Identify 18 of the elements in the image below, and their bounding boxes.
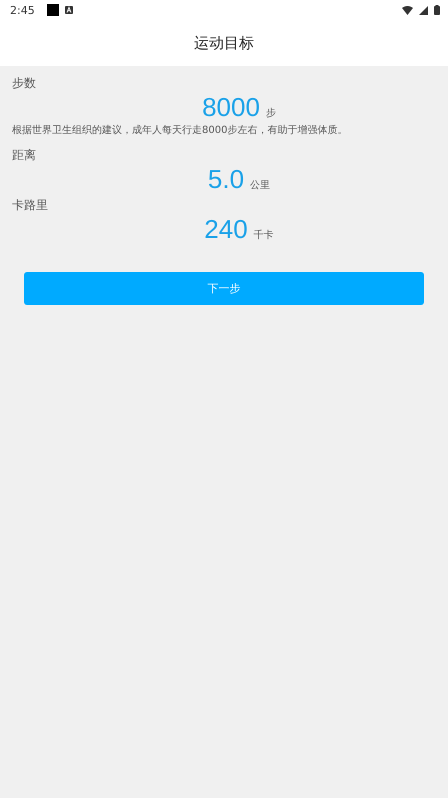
signal-icon — [419, 6, 428, 14]
next-button[interactable]: 下一步 — [24, 272, 424, 305]
notification-icon — [46, 4, 59, 16]
status-time: 2:45 — [10, 4, 35, 16]
battery-icon — [434, 5, 440, 15]
unit-label: 公里 — [250, 179, 270, 192]
notification-icon — [64, 6, 73, 14]
goal-value[interactable]: 8000 — [202, 92, 260, 123]
goal-value[interactable]: 5.0 — [208, 164, 244, 195]
goal-label: 步数 — [12, 75, 37, 92]
page-title: 运动目标 — [194, 34, 254, 52]
unit-label: 千卡 — [254, 228, 274, 242]
goal-value[interactable]: 240 — [204, 214, 248, 245]
goal-note: 根据世界卫生组织的建议，成年人每天行走8000步左右，有助于增强体质。 — [12, 124, 348, 138]
goal-label: 距离 — [12, 147, 37, 164]
unit-label: 步 — [266, 106, 276, 120]
wifi-icon — [402, 6, 413, 14]
goal-label: 卡路里 — [12, 197, 49, 214]
